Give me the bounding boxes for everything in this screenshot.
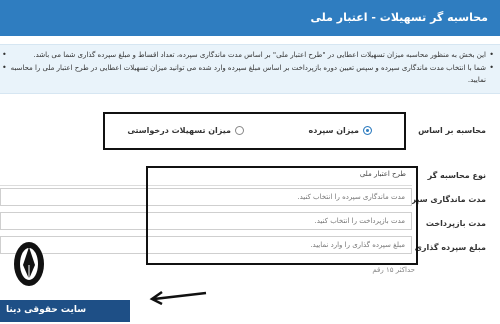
amount-label: مبلغ سپرده گذاری [414,243,486,252]
pen-nib-logo-icon [14,242,44,286]
bullet-icon: • [489,63,494,72]
form-highlight-box [146,166,418,265]
info-panel: • این بخش به منظور محاسبه میزان تسهیلات … [0,44,500,94]
info-line-1: این بخش به منظور محاسبه میزان تسهیلات اع… [33,51,486,59]
calc-basis-radio-group: میزان سپرده میزان تسهیلات درخواستی [103,112,406,150]
bullet-icon: • [489,50,494,59]
radio-facility-label: میزان تسهیلات درخواستی [127,126,231,135]
arrow-left-icon [149,290,207,305]
radio-deposit-label: میزان سپرده [308,126,360,135]
page-header: محاسبه گر تسهیلات - اعتبار ملی [0,0,500,36]
calc-basis-label: محاسبه بر اساس [418,126,486,135]
watermark-text: سایت حقوقی دینا [6,305,87,315]
repay-label: مدت بازپرداخت [425,219,486,228]
info-line-3: نمایید. [467,76,486,84]
radio-deposit[interactable]: میزان سپرده [308,126,372,135]
info-line-2: شما با انتخاب مدت ماندگاری سپرده و سپس ت… [10,64,486,72]
page-title: محاسبه گر تسهیلات - اعتبار ملی [310,11,488,24]
site-watermark: سایت حقوقی دینا [0,242,135,324]
radio-unselected-icon[interactable] [235,126,244,135]
bullet-icon: • [2,50,7,59]
watermark-bar: سایت حقوقی دینا [0,300,130,322]
bullet-icon: • [2,63,7,72]
amount-hint: حداکثر ۱۵ رقم [372,266,415,274]
radio-selected-icon[interactable] [363,126,372,135]
radio-facility[interactable]: میزان تسهیلات درخواستی [127,126,244,135]
calc-type-label: نوع محاسبه گر [427,171,486,180]
